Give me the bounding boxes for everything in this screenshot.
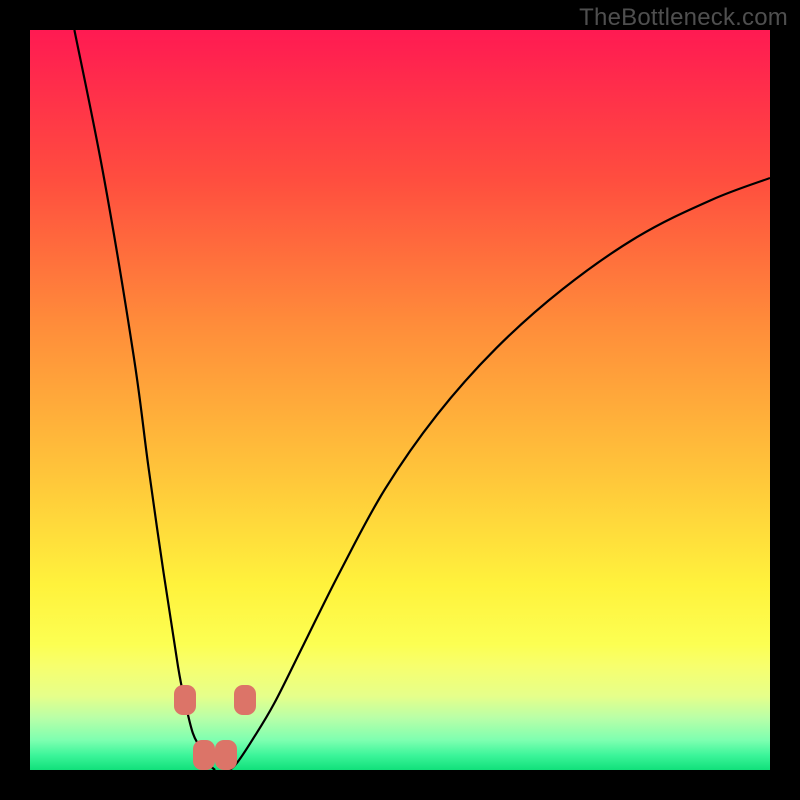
marker-m4 [234, 685, 256, 715]
marker-m1 [174, 685, 196, 715]
marker-m2 [193, 740, 215, 770]
bottleneck-curve [30, 30, 770, 770]
watermark-text: TheBottleneck.com [579, 4, 788, 32]
curve-right-branch [230, 178, 770, 770]
plot-frame [30, 30, 770, 770]
curve-left-branch [74, 30, 215, 770]
marker-m3 [215, 740, 237, 770]
